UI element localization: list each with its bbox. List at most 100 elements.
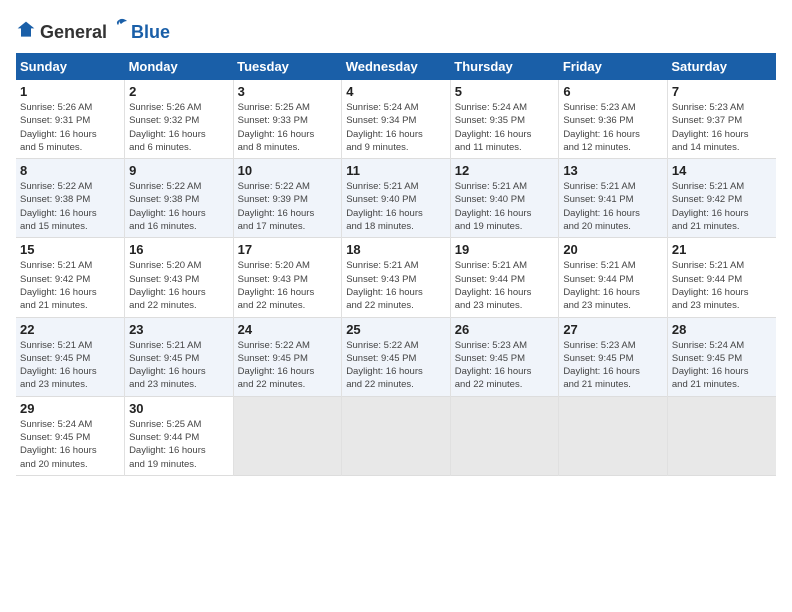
day-info: Sunrise: 5:24 AM Sunset: 9:45 PM Dayligh…: [672, 339, 772, 392]
calendar-cell: 5Sunrise: 5:24 AM Sunset: 9:35 PM Daylig…: [450, 80, 559, 159]
calendar-cell: 14Sunrise: 5:21 AM Sunset: 9:42 PM Dayli…: [667, 159, 776, 238]
day-info: Sunrise: 5:24 AM Sunset: 9:34 PM Dayligh…: [346, 101, 446, 154]
day-number: 26: [455, 322, 555, 337]
day-info: Sunrise: 5:26 AM Sunset: 9:32 PM Dayligh…: [129, 101, 229, 154]
day-header-thursday: Thursday: [450, 53, 559, 80]
day-number: 9: [129, 163, 229, 178]
calendar-cell: 2 Sunrise: 5:26 AM Sunset: 9:32 PM Daylig…: [125, 80, 234, 159]
day-header-friday: Friday: [559, 53, 668, 80]
calendar-cell: 26 Sunrise: 5:23 AM Sunset: 9:45 PM Dayli…: [450, 317, 559, 396]
day-number: 27: [563, 322, 663, 337]
logo-bird-icon: [108, 16, 130, 38]
calendar-cell: 21 Sunrise: 5:21 AM Sunset: 9:44 PM Dayli…: [667, 238, 776, 317]
day-number: 22: [20, 322, 120, 337]
day-info: Sunrise: 5:20 AM Sunset: 9:43 PM Dayligh…: [129, 259, 229, 312]
day-number: 12: [455, 163, 555, 178]
calendar-cell: 20Sunrise: 5:21 AM Sunset: 9:44 PM Dayli…: [559, 238, 668, 317]
day-number: 25: [346, 322, 446, 337]
day-info: Sunrise: 5:21 AM Sunset: 9:41 PM Dayligh…: [563, 180, 663, 233]
calendar-cell: 19Sunrise: 5:21 AM Sunset: 9:44 PM Dayli…: [450, 238, 559, 317]
calendar-cell: [450, 396, 559, 475]
calendar-cell: 9 Sunrise: 5:22 AM Sunset: 9:38 PM Daylig…: [125, 159, 234, 238]
day-number: 18: [346, 242, 446, 257]
calendar-cell: 18 Sunrise: 5:21 AM Sunset: 9:43 PM Dayli…: [342, 238, 451, 317]
calendar-cell: 22 Sunrise: 5:21 AM Sunset: 9:45 PM Dayli…: [16, 317, 125, 396]
calendar-table: SundayMondayTuesdayWednesdayThursdayFrid…: [16, 53, 776, 476]
day-info: Sunrise: 5:21 AM Sunset: 9:40 PM Dayligh…: [455, 180, 555, 233]
logo-text-container: General Blue: [40, 16, 170, 43]
calendar-cell: 17 Sunrise: 5:20 AM Sunset: 9:43 PM Dayli…: [233, 238, 342, 317]
calendar-week-row: 8 Sunrise: 5:22 AM Sunset: 9:38 PM Daylig…: [16, 159, 776, 238]
page-header: General Blue: [16, 16, 776, 43]
day-number: 15: [20, 242, 120, 257]
day-header-sunday: Sunday: [16, 53, 125, 80]
day-info: Sunrise: 5:21 AM Sunset: 9:44 PM Dayligh…: [672, 259, 772, 312]
day-info: Sunrise: 5:23 AM Sunset: 9:45 PM Dayligh…: [563, 339, 663, 392]
calendar-week-row: 22 Sunrise: 5:21 AM Sunset: 9:45 PM Dayli…: [16, 317, 776, 396]
calendar-cell: 24 Sunrise: 5:22 AM Sunset: 9:45 PM Dayli…: [233, 317, 342, 396]
day-info: Sunrise: 5:21 AM Sunset: 9:45 PM Dayligh…: [129, 339, 229, 392]
day-info: Sunrise: 5:25 AM Sunset: 9:44 PM Dayligh…: [129, 418, 229, 471]
day-info: Sunrise: 5:22 AM Sunset: 9:45 PM Dayligh…: [238, 339, 338, 392]
day-info: Sunrise: 5:21 AM Sunset: 9:43 PM Dayligh…: [346, 259, 446, 312]
calendar-cell: [342, 396, 451, 475]
day-number: 30: [129, 401, 229, 416]
day-info: Sunrise: 5:26 AM Sunset: 9:31 PM Dayligh…: [20, 101, 120, 154]
day-number: 5: [455, 84, 555, 99]
day-info: Sunrise: 5:21 AM Sunset: 9:45 PM Dayligh…: [20, 339, 120, 392]
day-info: Sunrise: 5:21 AM Sunset: 9:42 PM Dayligh…: [672, 180, 772, 233]
calendar-cell: 1 Sunrise: 5:26 AM Sunset: 9:31 PM Daylig…: [16, 80, 125, 159]
calendar-cell: 25 Sunrise: 5:22 AM Sunset: 9:45 PM Dayli…: [342, 317, 451, 396]
calendar-cell: 11Sunrise: 5:21 AM Sunset: 9:40 PM Dayli…: [342, 159, 451, 238]
calendar-cell: [559, 396, 668, 475]
day-info: Sunrise: 5:21 AM Sunset: 9:44 PM Dayligh…: [455, 259, 555, 312]
day-number: 13: [563, 163, 663, 178]
calendar-cell: 10 Sunrise: 5:22 AM Sunset: 9:39 PM Dayli…: [233, 159, 342, 238]
day-info: Sunrise: 5:25 AM Sunset: 9:33 PM Dayligh…: [238, 101, 338, 154]
day-info: Sunrise: 5:21 AM Sunset: 9:44 PM Dayligh…: [563, 259, 663, 312]
day-info: Sunrise: 5:23 AM Sunset: 9:37 PM Dayligh…: [672, 101, 772, 154]
day-number: 21: [672, 242, 772, 257]
day-number: 7: [672, 84, 772, 99]
day-header-saturday: Saturday: [667, 53, 776, 80]
day-header-wednesday: Wednesday: [342, 53, 451, 80]
day-info: Sunrise: 5:21 AM Sunset: 9:42 PM Dayligh…: [20, 259, 120, 312]
day-info: Sunrise: 5:22 AM Sunset: 9:38 PM Dayligh…: [20, 180, 120, 233]
calendar-cell: [233, 396, 342, 475]
day-number: 2: [129, 84, 229, 99]
day-info: Sunrise: 5:23 AM Sunset: 9:45 PM Dayligh…: [455, 339, 555, 392]
day-header-row: SundayMondayTuesdayWednesdayThursdayFrid…: [16, 53, 776, 80]
day-number: 10: [238, 163, 338, 178]
day-number: 3: [238, 84, 338, 99]
calendar-week-row: 29Sunrise: 5:24 AM Sunset: 9:45 PM Dayli…: [16, 396, 776, 475]
calendar-cell: 28Sunrise: 5:24 AM Sunset: 9:45 PM Dayli…: [667, 317, 776, 396]
calendar-cell: 16Sunrise: 5:20 AM Sunset: 9:43 PM Dayli…: [125, 238, 234, 317]
day-number: 24: [238, 322, 338, 337]
day-number: 1: [20, 84, 120, 99]
day-info: Sunrise: 5:22 AM Sunset: 9:39 PM Dayligh…: [238, 180, 338, 233]
day-header-monday: Monday: [125, 53, 234, 80]
day-info: Sunrise: 5:23 AM Sunset: 9:36 PM Dayligh…: [563, 101, 663, 154]
calendar-cell: 7 Sunrise: 5:23 AM Sunset: 9:37 PM Daylig…: [667, 80, 776, 159]
day-number: 17: [238, 242, 338, 257]
day-number: 4: [346, 84, 446, 99]
logo-blue: Blue: [131, 22, 170, 43]
day-info: Sunrise: 5:24 AM Sunset: 9:45 PM Dayligh…: [20, 418, 120, 471]
calendar-cell: 23 Sunrise: 5:21 AM Sunset: 9:45 PM Dayli…: [125, 317, 234, 396]
calendar-week-row: 15 Sunrise: 5:21 AM Sunset: 9:42 PM Dayli…: [16, 238, 776, 317]
calendar-cell: 15 Sunrise: 5:21 AM Sunset: 9:42 PM Dayli…: [16, 238, 125, 317]
day-header-tuesday: Tuesday: [233, 53, 342, 80]
day-info: Sunrise: 5:22 AM Sunset: 9:38 PM Dayligh…: [129, 180, 229, 233]
day-number: 23: [129, 322, 229, 337]
day-number: 6: [563, 84, 663, 99]
day-info: Sunrise: 5:20 AM Sunset: 9:43 PM Dayligh…: [238, 259, 338, 312]
day-info: Sunrise: 5:22 AM Sunset: 9:45 PM Dayligh…: [346, 339, 446, 392]
day-number: 8: [20, 163, 120, 178]
logo: General Blue: [16, 16, 170, 43]
calendar-cell: 27 Sunrise: 5:23 AM Sunset: 9:45 PM Dayli…: [559, 317, 668, 396]
calendar-cell: 29Sunrise: 5:24 AM Sunset: 9:45 PM Dayli…: [16, 396, 125, 475]
calendar-cell: 8 Sunrise: 5:22 AM Sunset: 9:38 PM Daylig…: [16, 159, 125, 238]
logo-icon: [16, 20, 36, 40]
calendar-week-row: 1 Sunrise: 5:26 AM Sunset: 9:31 PM Daylig…: [16, 80, 776, 159]
calendar-cell: 6 Sunrise: 5:23 AM Sunset: 9:36 PM Daylig…: [559, 80, 668, 159]
